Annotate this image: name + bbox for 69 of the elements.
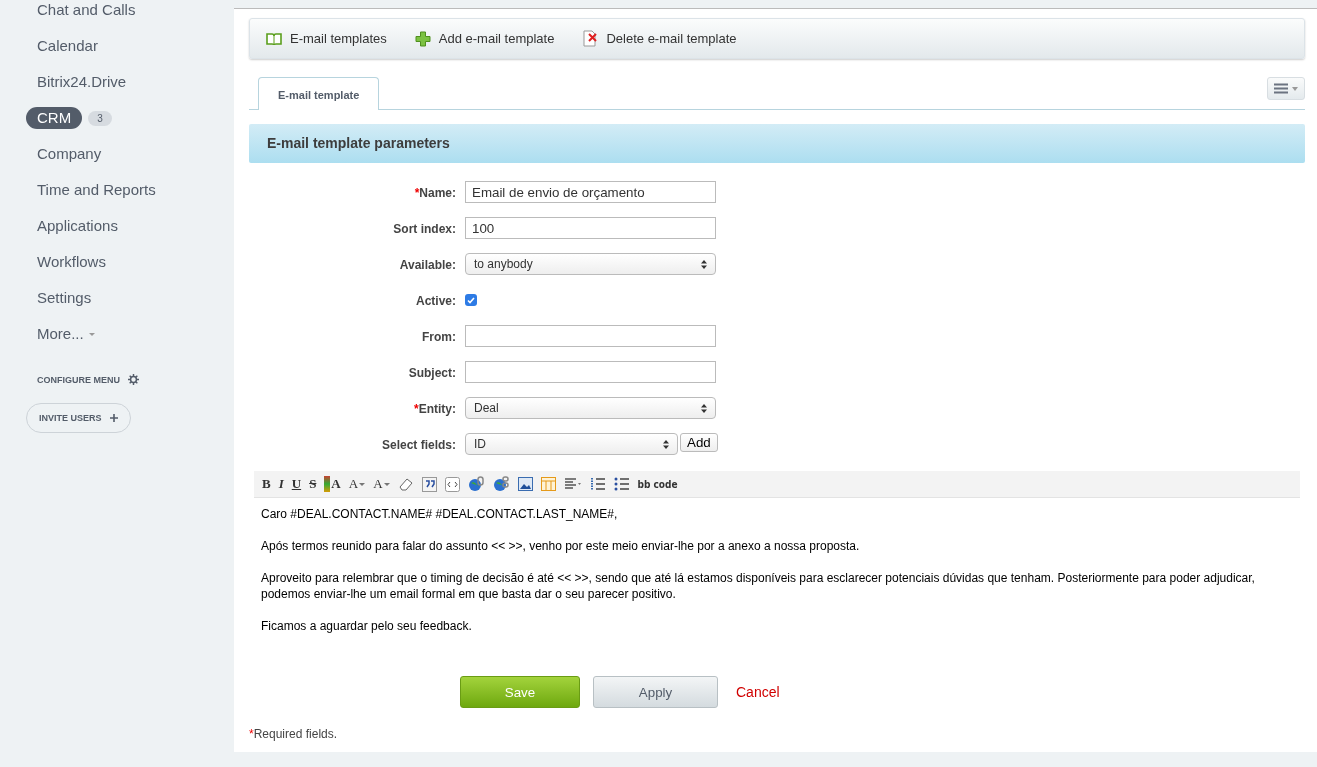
image-icon[interactable] bbox=[517, 477, 533, 491]
font-size-button[interactable]: A bbox=[348, 476, 366, 492]
field-label: Active: bbox=[415, 293, 456, 310]
bullet-list-icon[interactable] bbox=[613, 477, 630, 491]
globe-link-icon[interactable] bbox=[467, 476, 485, 492]
section-header: E-mail template parameters bbox=[249, 124, 1305, 163]
italic-button[interactable]: I bbox=[278, 476, 284, 492]
field-label: Select fields: bbox=[380, 437, 456, 454]
sidebar-item[interactable]: Company bbox=[26, 143, 113, 165]
select-field[interactable]: to anybody bbox=[465, 253, 716, 275]
cancel-link[interactable]: Cancel bbox=[736, 684, 780, 700]
gear-icon[interactable] bbox=[128, 374, 139, 385]
sidebar-item[interactable]: Bitrix24.Drive bbox=[26, 71, 138, 93]
sidebar-item[interactable]: Time and Reports bbox=[26, 179, 167, 201]
plus-icon bbox=[414, 30, 431, 47]
input-field[interactable] bbox=[465, 361, 716, 383]
updown-icon bbox=[701, 403, 707, 413]
underline-button[interactable]: U bbox=[291, 476, 302, 492]
sidebar-item[interactable]: Settings bbox=[26, 287, 103, 309]
bold-button[interactable]: B bbox=[262, 476, 271, 492]
field-label: *Entity: bbox=[413, 401, 456, 418]
sidebar-item[interactable]: Chat and Calls bbox=[26, 0, 147, 21]
caret-icon bbox=[1292, 86, 1298, 91]
add-button[interactable]: Add bbox=[680, 433, 718, 452]
field-label: Available: bbox=[398, 257, 456, 274]
paragraph: Após termos reunido para falar do assunto << >>, venho por este meio enviar-lhe por a anexo a nossa proposta. bbox=[261, 538, 861, 554]
numbered-list-icon[interactable] bbox=[589, 477, 606, 491]
sidebar-item[interactable]: More... bbox=[26, 323, 106, 345]
configure-menu-link[interactable]: CONFIGURE MENU bbox=[37, 374, 120, 385]
book-icon bbox=[266, 31, 282, 46]
sidebar-item[interactable]: CRM bbox=[26, 107, 83, 129]
updown-icon bbox=[663, 439, 669, 449]
select-field[interactable]: ID bbox=[465, 433, 678, 455]
font-button[interactable]: A bbox=[373, 476, 390, 492]
checkbox[interactable] bbox=[465, 294, 477, 306]
menu-button[interactable] bbox=[1267, 77, 1305, 100]
menu-icon bbox=[1274, 83, 1288, 94]
field-label: Subject: bbox=[407, 365, 456, 382]
code-icon[interactable] bbox=[444, 476, 460, 492]
select-field[interactable]: Deal bbox=[465, 397, 716, 419]
field-label: *Name: bbox=[413, 185, 456, 202]
field-label: From: bbox=[421, 329, 456, 346]
strikethrough-button[interactable]: S bbox=[309, 476, 317, 492]
sidebar-item[interactable]: Calendar bbox=[26, 35, 109, 57]
globe-unlink-icon[interactable] bbox=[492, 476, 510, 492]
bbcode-button[interactable]: bb code bbox=[637, 478, 678, 490]
input-field[interactable] bbox=[465, 325, 716, 347]
font-color-button[interactable]: A bbox=[324, 476, 341, 492]
tab[interactable]: E-mail template bbox=[258, 77, 380, 110]
quote-icon[interactable] bbox=[421, 476, 437, 492]
paragraph: Caro #DEAL.CONTACT.NAME# #DEAL.CONTACT.LAST_NAME#, bbox=[261, 506, 619, 522]
toolbar-link[interactable]: Add e-mail template bbox=[414, 30, 555, 47]
plus-icon bbox=[109, 414, 118, 422]
required-note: *Required fields. bbox=[249, 727, 339, 741]
updown-icon bbox=[701, 259, 707, 269]
apply-button[interactable]: Apply bbox=[593, 676, 718, 708]
delete-document-icon bbox=[582, 30, 599, 47]
input-field[interactable]: Email de envio de orçamento bbox=[465, 181, 716, 203]
sidebar-item[interactable]: Workflows bbox=[26, 251, 117, 273]
toolbar-link[interactable]: E-mail templates bbox=[266, 31, 387, 46]
paragraph: Ficamos a aguardar pelo seu feedback. bbox=[261, 618, 473, 634]
input-field[interactable]: 100 bbox=[465, 217, 716, 239]
paragraph: Aproveito para relembrar que o timing de decisão é até << >>, sendo que até lá estamos disponíveis para esclarecer potenciais dúvidas que tenham. Posteriormente para poder adjudicar, podemos enviar-lhe um email formal em que basta dar o seu parecer positivo. bbox=[261, 570, 1256, 602]
sidebar-item[interactable]: Applications bbox=[26, 215, 129, 237]
eraser-icon[interactable] bbox=[397, 477, 414, 491]
counter-badge: 3 bbox=[88, 110, 112, 126]
align-icon[interactable] bbox=[563, 477, 582, 491]
field-label: Sort index: bbox=[392, 221, 456, 238]
toolbar-link[interactable]: Delete e-mail template bbox=[582, 30, 737, 47]
